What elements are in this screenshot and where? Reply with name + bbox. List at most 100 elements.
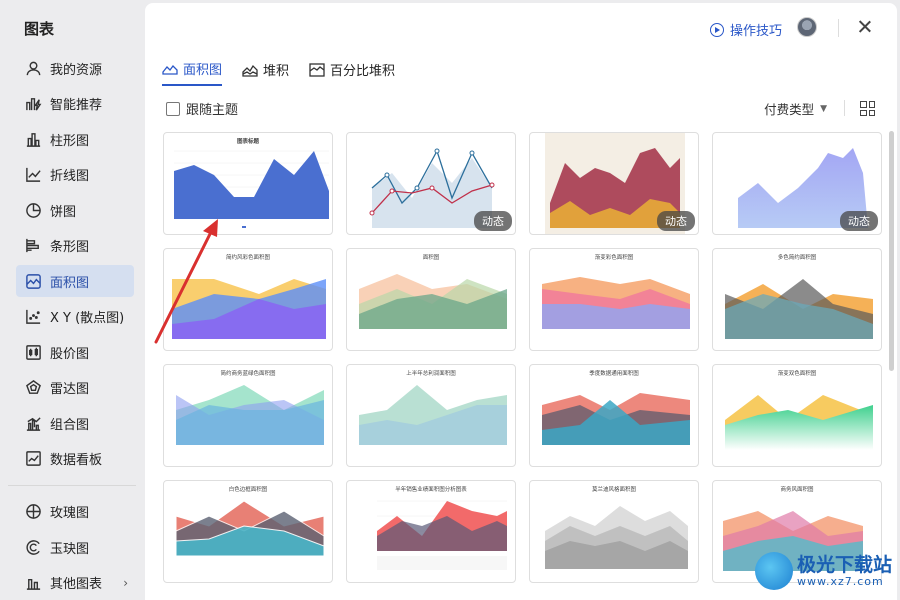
scrollbar[interactable]	[889, 131, 894, 371]
card-thumbnail	[377, 500, 507, 570]
sidebar-item-label: 智能推荐	[50, 98, 103, 113]
tab-stacked[interactable]: 堆积	[242, 59, 289, 86]
card-thumbnail	[545, 506, 688, 569]
template-card[interactable]: 动态	[346, 132, 516, 235]
watermark-logo	[754, 552, 793, 590]
card-thumbnail	[176, 385, 324, 445]
tab-percent-stacked[interactable]: 百分比堆积	[309, 59, 395, 86]
tab-label: 百分比堆积	[330, 64, 396, 79]
dashboard-icon	[24, 450, 42, 468]
sidebar-item-other[interactable]: 其他图表 ›	[16, 567, 134, 599]
template-card[interactable]: 莫兰迪风格面积图	[529, 480, 699, 583]
tab-bar: 面积图 堆积 百分比堆积	[162, 59, 415, 86]
card-thumbnail	[359, 274, 507, 329]
template-card[interactable]: 动态	[529, 132, 699, 235]
sidebar-item-label: 饼图	[50, 204, 77, 220]
sidebar-item-label: 我的资源	[50, 62, 103, 78]
sidebar-item-scatter[interactable]: X Y (散点图)	[16, 301, 134, 333]
sidebar-item-smart-recommend[interactable]: 智能推荐	[16, 88, 134, 120]
sidebar-item-bar[interactable]: 条形图	[16, 230, 134, 262]
card-thumbnail	[174, 150, 329, 228]
animated-badge: 动态	[474, 211, 512, 231]
template-card[interactable]: 季度数据通用面积图	[529, 364, 699, 467]
bar-chart-icon	[24, 237, 42, 255]
scatter-chart-icon	[24, 308, 42, 326]
card-thumbnail	[175, 500, 325, 557]
template-card[interactable]: 图表标题	[163, 132, 333, 235]
card-title: 半年销售业绩面积图分析图表	[395, 487, 467, 493]
jade-chart-icon	[24, 538, 42, 556]
sidebar-item-column[interactable]: 柱形图	[16, 123, 134, 155]
template-card[interactable]: 动态	[712, 132, 882, 235]
sidebar-item-label: 面积图	[50, 275, 90, 291]
sidebar-divider	[8, 484, 136, 486]
paid-type-label: 付费类型	[764, 102, 815, 117]
template-card[interactable]: 多色简约面积图	[712, 248, 882, 351]
sidebar-item-dashboard[interactable]: 数据看板	[16, 443, 134, 475]
follow-theme-label: 跟随主题	[186, 103, 239, 118]
radar-chart-icon	[24, 379, 42, 397]
card-title: 简约商务蓝绿色面积图	[220, 371, 276, 377]
line-chart-icon	[24, 166, 42, 184]
tips-label: 操作技巧	[729, 24, 782, 39]
tips-link[interactable]: 操作技巧	[709, 20, 782, 39]
sidebar-item-pie[interactable]: 饼图	[16, 194, 134, 226]
area-tab-icon	[162, 62, 178, 76]
rose-chart-icon	[24, 503, 42, 521]
chevron-right-icon: ›	[123, 575, 128, 590]
card-title: 面积图	[422, 255, 440, 261]
card-thumbnail	[542, 393, 690, 445]
tab-label: 面积图	[183, 63, 223, 78]
sidebar-item-my-resources[interactable]: 我的资源	[16, 52, 134, 84]
sidebar-title: 图表	[24, 20, 55, 38]
sidebar-item-line[interactable]: 折线图	[16, 159, 134, 191]
tab-label: 堆积	[263, 64, 290, 79]
tab-area[interactable]: 面积图	[162, 59, 223, 86]
sidebar-item-label: 数据看板	[50, 453, 103, 468]
sidebar-item-label: 条形图	[50, 240, 90, 255]
template-card[interactable]: 简约风彩色面积图	[163, 248, 333, 351]
animated-badge: 动态	[657, 211, 695, 231]
sidebar-item-stock[interactable]: 股价图	[16, 336, 134, 368]
sidebar-item-area[interactable]: 面积图	[16, 265, 134, 297]
template-grid: 图表标题 动态 动态 动态 简约风彩色面积图 面积图 渐变彩色面积图 多色简约面…	[163, 132, 884, 600]
combo-chart-icon	[24, 414, 42, 432]
sidebar-item-label: X Y (散点图)	[50, 311, 125, 326]
template-card[interactable]: 渐变彩色面积图	[529, 248, 699, 351]
follow-theme-toggle[interactable]: 跟随主题	[166, 99, 238, 118]
sidebar-item-label: 组合图	[50, 417, 90, 433]
card-thumbnail	[725, 279, 873, 339]
sidebar-item-label: 玉玦图	[50, 541, 90, 557]
column-chart-icon	[24, 130, 42, 148]
card-thumbnail	[172, 279, 326, 339]
sidebar-item-combo[interactable]: 组合图	[16, 407, 134, 439]
stacked-tab-icon	[242, 63, 258, 77]
animated-badge: 动态	[840, 211, 878, 231]
template-card[interactable]: 白色边框面积图	[163, 480, 333, 583]
close-icon[interactable]	[855, 17, 875, 37]
chart-gallery-panel: 操作技巧 面积图 堆积 百分比堆积 跟随主题 付费类型 ▼ 图表标题 动态 动态…	[145, 3, 897, 600]
follow-theme-checkbox[interactable]	[166, 101, 180, 116]
sidebar-item-jade[interactable]: 玉玦图	[16, 531, 134, 563]
sidebar-item-label: 玫瑰图	[50, 506, 90, 521]
caret-down-icon: ▼	[820, 103, 827, 114]
card-thumbnail	[359, 385, 507, 445]
avatar[interactable]	[797, 17, 817, 37]
template-card[interactable]: 半年销售业绩面积图分析图表	[346, 480, 516, 583]
template-card[interactable]: 渐变双色面积图	[712, 364, 882, 467]
grid-view-icon[interactable]	[860, 101, 875, 116]
paid-type-dropdown[interactable]: 付费类型 ▼	[764, 99, 827, 118]
play-icon	[709, 22, 724, 37]
template-card[interactable]: 简约商务蓝绿色面积图	[163, 364, 333, 467]
smart-recommend-icon	[24, 95, 42, 113]
card-title: 简约风彩色面积图	[225, 255, 270, 261]
card-title: 季度数据通用面积图	[589, 371, 639, 377]
watermark-name: 极光下载站	[796, 553, 892, 576]
watermark: 极光下载站 www.xz7.com	[754, 552, 892, 590]
sidebar-item-label: 其他图表	[50, 577, 103, 592]
sidebar-item-radar[interactable]: 雷达图	[16, 372, 134, 404]
sidebar-item-rose[interactable]: 玫瑰图	[16, 496, 134, 528]
template-card[interactable]: 面积图	[346, 248, 516, 351]
template-card[interactable]: 上半年总利润面积图	[346, 364, 516, 467]
card-title: 莫兰迪风格面积图	[591, 487, 636, 493]
